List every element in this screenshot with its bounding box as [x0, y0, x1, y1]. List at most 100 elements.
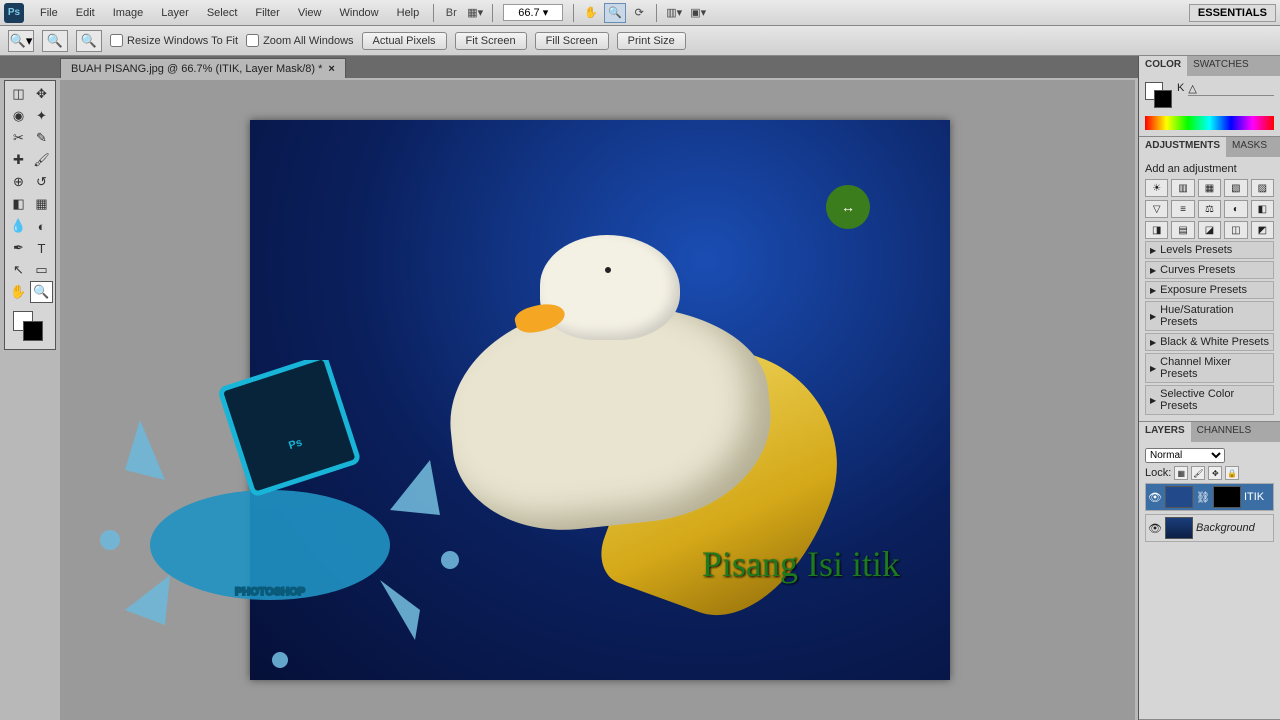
adjustment-icon-13[interactable]: ◫: [1224, 221, 1247, 239]
heal-tool[interactable]: ✚: [7, 149, 30, 171]
adjustment-icon-5[interactable]: ▽: [1145, 200, 1168, 218]
type-tool[interactable]: T: [30, 237, 53, 259]
eraser-tool[interactable]: ◧: [7, 193, 30, 215]
lasso-tool[interactable]: ◉: [7, 105, 30, 127]
preset-label: Selective Color Presets: [1160, 388, 1269, 412]
resize-windows-checkbox[interactable]: Resize Windows To Fit: [110, 34, 238, 47]
layer-thumbnail[interactable]: [1165, 517, 1193, 539]
adjustment-icon-4[interactable]: ▨: [1251, 179, 1274, 197]
layer-row[interactable]: 👁Background: [1145, 514, 1274, 542]
adjustment-icon-3[interactable]: ▧: [1224, 179, 1247, 197]
adjustment-icon-11[interactable]: ▤: [1171, 221, 1194, 239]
lock-all-icon[interactable]: 🔒: [1225, 466, 1239, 480]
preset-row[interactable]: ▶Selective Color Presets: [1145, 385, 1274, 415]
adjustment-icon-10[interactable]: ◨: [1145, 221, 1168, 239]
crop-tool[interactable]: ✂: [7, 127, 30, 149]
zoom-in-icon[interactable]: 🔍: [42, 30, 68, 52]
spectrum-bar[interactable]: [1145, 116, 1274, 130]
menu-help[interactable]: Help: [389, 4, 428, 22]
adjustment-icon-9[interactable]: ◧: [1251, 200, 1274, 218]
mask-thumbnail[interactable]: [1213, 486, 1241, 508]
link-icon[interactable]: ⛓: [1196, 491, 1210, 504]
layers-tab[interactable]: LAYERS: [1139, 422, 1191, 442]
lock-move-icon[interactable]: ✥: [1208, 466, 1222, 480]
layer-thumbnail[interactable]: [1165, 486, 1193, 508]
blend-mode-select[interactable]: Normal: [1145, 448, 1225, 463]
background-swatch[interactable]: [23, 321, 43, 341]
print-size-button[interactable]: Print Size: [617, 32, 686, 50]
adjustment-icon-0[interactable]: ☀: [1145, 179, 1168, 197]
swatches-tab[interactable]: SWATCHES: [1187, 56, 1255, 76]
menu-window[interactable]: Window: [332, 4, 387, 22]
document-tab[interactable]: BUAH PISANG.jpg @ 66.7% (ITIK, Layer Mas…: [60, 58, 346, 78]
layer-name: ITIK: [1244, 491, 1264, 503]
color-tab[interactable]: COLOR: [1139, 56, 1187, 76]
adjustments-tab[interactable]: ADJUSTMENTS: [1139, 137, 1226, 157]
fit-screen-button[interactable]: Fit Screen: [455, 32, 527, 50]
eyedropper-tool[interactable]: ✎: [30, 127, 53, 149]
workspace-switcher[interactable]: ESSENTIALS: [1189, 4, 1276, 22]
history-brush-tool[interactable]: ↺: [30, 171, 53, 193]
wand-tool[interactable]: ✦: [30, 105, 53, 127]
menu-image[interactable]: Image: [105, 4, 152, 22]
panel-color-swatches[interactable]: [1145, 82, 1173, 108]
visibility-icon[interactable]: 👁: [1148, 522, 1162, 535]
lock-transparency-icon[interactable]: ▦: [1174, 466, 1188, 480]
preset-row[interactable]: ▶Hue/Saturation Presets: [1145, 301, 1274, 331]
zoom-icon[interactable]: 🔍: [604, 3, 626, 23]
fill-screen-button[interactable]: Fill Screen: [535, 32, 609, 50]
preset-row[interactable]: ▶Exposure Presets: [1145, 281, 1274, 299]
zoom-input[interactable]: 66.7 ▾: [503, 4, 563, 21]
marquee-tool[interactable]: ◫: [7, 83, 30, 105]
channels-tab[interactable]: CHANNELS: [1191, 422, 1257, 442]
gradient-tool[interactable]: ▦: [30, 193, 53, 215]
path-tool[interactable]: ↖: [7, 259, 30, 281]
menu-file[interactable]: File: [32, 4, 66, 22]
hand-tool[interactable]: ✋: [7, 281, 30, 303]
preset-row[interactable]: ▶Levels Presets: [1145, 241, 1274, 259]
tool-preset-icon[interactable]: 🔍▾: [8, 30, 34, 52]
adjustments-panel: ADJUSTMENTS MASKS Add an adjustment ☀▥▦▧…: [1139, 137, 1280, 422]
adjustment-icon-2[interactable]: ▦: [1198, 179, 1221, 197]
visibility-icon[interactable]: 👁: [1148, 491, 1162, 504]
stamp-tool[interactable]: ⊕: [7, 171, 30, 193]
rotate-view-icon[interactable]: ⟳: [628, 3, 650, 23]
zoom-out-icon[interactable]: 🔍: [76, 30, 102, 52]
adjustment-icon-1[interactable]: ▥: [1171, 179, 1194, 197]
bridge-icon[interactable]: Br: [440, 3, 462, 23]
screen-mode-icon[interactable]: ▣▾: [687, 3, 709, 23]
adjustment-icon-12[interactable]: ◪: [1198, 221, 1221, 239]
masks-tab[interactable]: MASKS: [1226, 137, 1273, 157]
chevron-right-icon: ▶: [1150, 286, 1156, 295]
actual-pixels-button[interactable]: Actual Pixels: [362, 32, 447, 50]
zoom-all-checkbox[interactable]: Zoom All Windows: [246, 34, 353, 47]
adjustment-icon-7[interactable]: ⚖: [1198, 200, 1221, 218]
arrange-docs-icon[interactable]: ▥▾: [663, 3, 685, 23]
color-swatches[interactable]: [7, 307, 53, 347]
hand-icon[interactable]: ✋: [580, 3, 602, 23]
shape-tool[interactable]: ▭: [30, 259, 53, 281]
lock-brush-icon[interactable]: 🖌: [1191, 466, 1205, 480]
menu-view[interactable]: View: [290, 4, 330, 22]
pen-tool[interactable]: ✒: [7, 237, 30, 259]
zoom-tool[interactable]: 🔍: [30, 281, 53, 303]
preset-row[interactable]: ▶Black & White Presets: [1145, 333, 1274, 351]
menu-select[interactable]: Select: [199, 4, 246, 22]
preset-row[interactable]: ▶Curves Presets: [1145, 261, 1274, 279]
menu-edit[interactable]: Edit: [68, 4, 103, 22]
color-slider[interactable]: △: [1188, 82, 1274, 96]
dodge-tool[interactable]: ◐: [30, 215, 53, 237]
preset-row[interactable]: ▶Channel Mixer Presets: [1145, 353, 1274, 383]
brush-tool[interactable]: 🖌: [30, 149, 53, 171]
close-icon[interactable]: ×: [328, 63, 334, 75]
adjustment-icon-14[interactable]: ◩: [1251, 221, 1274, 239]
arrange-icon[interactable]: ▦▾: [464, 3, 486, 23]
svg-text:PHOTOSHOP: PHOTOSHOP: [235, 586, 305, 598]
adjustment-icon-6[interactable]: ≡: [1171, 200, 1194, 218]
menu-layer[interactable]: Layer: [153, 4, 197, 22]
layer-row[interactable]: 👁 ⛓ ITIK: [1145, 483, 1274, 511]
blur-tool[interactable]: 💧: [7, 215, 30, 237]
move-tool[interactable]: ✥: [30, 83, 53, 105]
menu-filter[interactable]: Filter: [247, 4, 287, 22]
adjustment-icon-8[interactable]: ◐: [1224, 200, 1247, 218]
